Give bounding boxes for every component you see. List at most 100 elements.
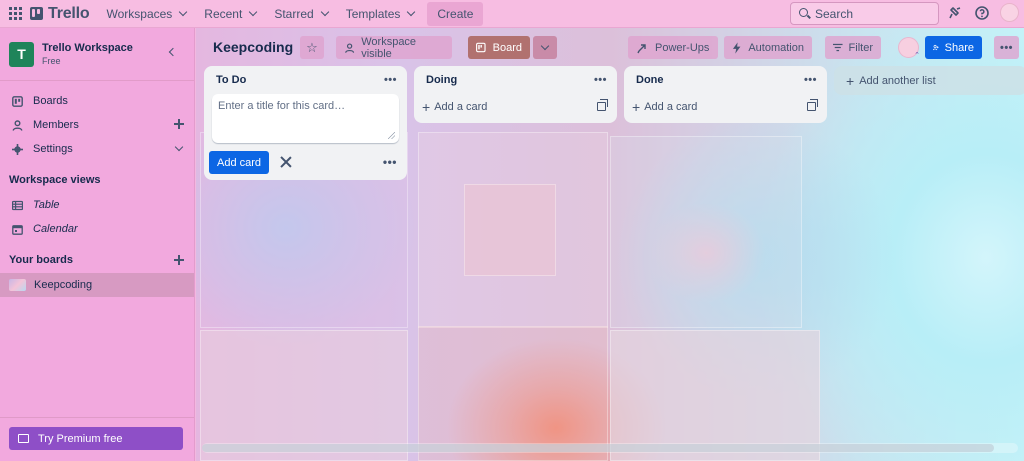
add-list-label: Add another list	[859, 74, 936, 87]
sidebar-item-label: Settings	[33, 143, 73, 155]
gift-icon	[18, 434, 29, 443]
nav-templates-label: Templates	[345, 6, 401, 21]
star-icon: ☆	[306, 39, 318, 55]
sidebar-item-table[interactable]: Table	[0, 193, 194, 217]
users-icon	[345, 42, 355, 53]
app-switcher-icon[interactable]	[0, 7, 30, 20]
visibility-label: Workspace visible	[361, 35, 417, 60]
collapse-sidebar-icon[interactable]	[168, 47, 178, 57]
boards-icon	[12, 95, 23, 107]
chevron-down-icon[interactable]	[174, 142, 184, 152]
gear-icon	[12, 143, 23, 155]
card-title-input[interactable]: Enter a title for this card…	[212, 94, 399, 143]
sidebar-item-label: Calendar	[33, 223, 78, 235]
list-done: Done ••• + Add a card	[624, 66, 827, 123]
visibility-button[interactable]: Workspace visible	[336, 35, 452, 60]
horizontal-scrollbar[interactable]	[202, 443, 1018, 453]
sidebar-item-settings[interactable]: Settings	[0, 137, 194, 161]
search-input[interactable]: Search	[790, 2, 939, 25]
list-menu-icon[interactable]: •••	[804, 74, 817, 86]
power-ups-button[interactable]: Power-Ups	[628, 36, 718, 59]
add-card-label: Add a card	[644, 101, 698, 113]
search-placeholder: Search	[815, 6, 854, 21]
trello-logo[interactable]: Trello	[30, 4, 90, 23]
plus-icon: +	[632, 99, 641, 115]
background-tile	[464, 184, 556, 276]
board-thumbnail	[9, 279, 26, 291]
automation-button[interactable]: Automation	[724, 36, 812, 59]
board-view-button[interactable]: Board	[468, 36, 530, 59]
workspace-views-heading: Workspace views	[9, 174, 101, 186]
share-label: Share	[944, 41, 974, 54]
more-options-icon[interactable]: •••	[383, 155, 397, 169]
power-ups-label: Power-Ups	[655, 41, 710, 54]
list-menu-icon[interactable]: •••	[594, 74, 607, 86]
list-doing: Doing ••• + Add a card	[414, 66, 617, 123]
workspace-name: Trello Workspace	[42, 42, 133, 54]
sidebar-board-keepcoding[interactable]: Keepcoding	[0, 273, 194, 297]
close-icon[interactable]	[280, 156, 292, 168]
try-premium-button[interactable]: Try Premium free	[9, 427, 183, 450]
sidebar-item-label: Boards	[33, 95, 68, 107]
add-card-button[interactable]: + Add a card	[624, 94, 827, 120]
calendar-icon	[12, 224, 23, 235]
add-list-button[interactable]: + Add another list	[834, 66, 1024, 95]
help-icon[interactable]	[974, 5, 990, 21]
lightning-icon	[732, 41, 741, 54]
card-template-icon[interactable]	[807, 99, 818, 111]
switch-view-button[interactable]	[533, 36, 557, 59]
admin-chevron-icon: ⌃	[914, 52, 920, 59]
nav-starred[interactable]: Starred	[265, 1, 336, 27]
star-board-button[interactable]: ☆	[300, 36, 324, 59]
card-composer-controls: Add card •••	[204, 143, 407, 181]
list-header: To Do •••	[204, 66, 407, 94]
members-icon	[12, 119, 23, 131]
chevron-down-icon	[179, 7, 188, 17]
nav-starred-label: Starred	[274, 6, 314, 21]
trello-logo-icon	[30, 7, 43, 20]
list-title[interactable]: Doing	[426, 74, 457, 86]
create-button[interactable]: Create	[427, 1, 484, 26]
background-tile	[418, 326, 608, 461]
scrollbar-thumb[interactable]	[202, 444, 994, 452]
board-view-label: Board	[492, 41, 522, 54]
table-icon	[12, 200, 23, 211]
board-menu-button[interactable]: •••	[994, 36, 1019, 59]
list-title[interactable]: Done	[636, 74, 664, 86]
add-board-icon[interactable]	[174, 255, 184, 265]
board-header: Keepcoding ☆ Workspace visible Board Pow…	[196, 28, 1024, 66]
list-menu-icon[interactable]: •••	[384, 74, 397, 86]
nav-templates[interactable]: Templates	[337, 1, 424, 27]
sidebar-board-label: Keepcoding	[34, 279, 93, 291]
resize-handle[interactable]	[388, 132, 395, 139]
card-template-icon[interactable]	[597, 99, 608, 111]
background-tile	[610, 330, 820, 461]
nav-recent[interactable]: Recent	[195, 1, 265, 27]
list-title[interactable]: To Do	[216, 74, 246, 86]
plus-icon: +	[422, 99, 431, 115]
share-button[interactable]: Share	[925, 36, 982, 59]
add-card-button[interactable]: + Add a card	[414, 94, 617, 120]
list-header: Doing •••	[414, 66, 617, 94]
add-user-icon	[933, 44, 939, 51]
board-title[interactable]: Keepcoding	[213, 39, 293, 55]
trello-logo-text: Trello	[48, 4, 90, 22]
nav-workspaces[interactable]: Workspaces	[97, 1, 195, 27]
nav-workspaces-label: Workspaces	[106, 6, 173, 21]
automation-label: Automation	[748, 41, 804, 54]
board-canvas: Keepcoding ☆ Workspace visible Board Pow…	[196, 28, 1024, 461]
background-tile	[200, 330, 408, 461]
workspace-logo: T	[9, 41, 34, 67]
sidebar-item-members[interactable]: Members	[0, 113, 194, 137]
sidebar-item-calendar[interactable]: Calendar	[0, 217, 194, 241]
notifications-icon[interactable]	[947, 5, 963, 21]
workspace-plan: Free	[42, 56, 61, 66]
sidebar-item-boards[interactable]: Boards	[0, 89, 194, 113]
add-card-button[interactable]: Add card	[209, 151, 269, 174]
add-member-icon[interactable]	[174, 119, 184, 129]
member-avatar[interactable]: ⌃	[898, 37, 920, 59]
your-boards-label: Your boards	[9, 254, 73, 266]
filter-button[interactable]: Filter	[825, 36, 881, 59]
user-avatar[interactable]	[1000, 3, 1019, 22]
plus-icon: +	[846, 72, 855, 89]
